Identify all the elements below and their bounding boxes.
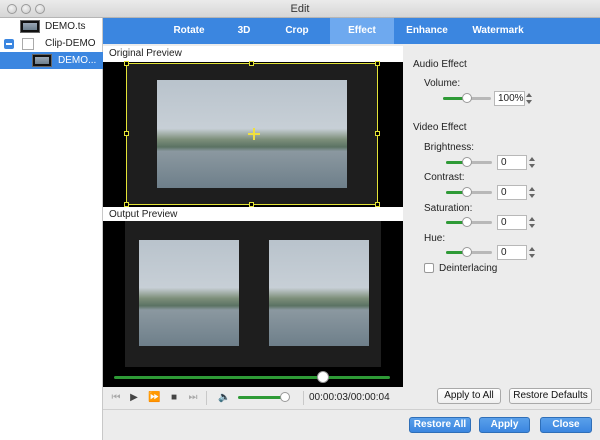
audio-effect-title: Audio Effect bbox=[413, 59, 467, 70]
step-down-icon[interactable] bbox=[529, 194, 535, 198]
brightness-input[interactable]: 0 bbox=[497, 155, 527, 170]
step-up-icon[interactable] bbox=[526, 93, 532, 97]
sidebar-item-label: DEMO.ts bbox=[45, 21, 86, 32]
video-thumbnail-icon bbox=[20, 20, 40, 33]
saturation-label: Saturation: bbox=[424, 203, 473, 214]
brightness-label: Brightness: bbox=[424, 142, 475, 153]
stop-icon[interactable]: ■ bbox=[168, 392, 180, 404]
edit-tab-bar: Rotate 3D Crop Effect Enhance Watermark bbox=[103, 18, 600, 44]
output-video-frame bbox=[125, 221, 381, 367]
contrast-slider[interactable] bbox=[446, 187, 492, 197]
contrast-stepper[interactable] bbox=[528, 185, 537, 200]
hue-label: Hue: bbox=[424, 233, 446, 244]
volume-label: Volume: bbox=[424, 78, 461, 89]
volume-speaker-icon[interactable]: 🔈 bbox=[218, 392, 230, 404]
volume-slider[interactable] bbox=[238, 396, 286, 399]
window-title: Edit bbox=[290, 3, 310, 15]
video-thumbnail-icon bbox=[32, 54, 52, 67]
saturation-input[interactable]: 0 bbox=[497, 215, 527, 230]
step-down-icon[interactable] bbox=[529, 224, 535, 228]
fast-forward-icon[interactable]: ⏩ bbox=[148, 392, 160, 404]
volume-input[interactable]: 100% bbox=[494, 91, 525, 106]
step-up-icon[interactable] bbox=[529, 217, 535, 221]
brightness-stepper[interactable] bbox=[528, 155, 537, 170]
slider-handle[interactable] bbox=[462, 187, 472, 197]
restore-defaults-button[interactable]: Restore Defaults bbox=[509, 388, 592, 404]
slider-handle[interactable] bbox=[462, 247, 472, 257]
crop-handle[interactable] bbox=[124, 61, 129, 66]
crop-handle[interactable] bbox=[124, 131, 129, 136]
collapse-icon[interactable] bbox=[4, 39, 14, 49]
output-video-right-eye bbox=[269, 240, 369, 346]
step-up-icon[interactable] bbox=[529, 247, 535, 251]
tab-crop[interactable]: Crop bbox=[271, 18, 323, 44]
step-up-icon[interactable] bbox=[529, 157, 535, 161]
sidebar-item-clip-segment[interactable]: DEMO... bbox=[0, 52, 103, 69]
seek-bar[interactable] bbox=[114, 376, 390, 379]
video-effect-title: Video Effect bbox=[413, 122, 467, 133]
sidebar-item-label: DEMO... bbox=[58, 55, 97, 66]
output-video-left-eye bbox=[139, 240, 239, 346]
step-up-icon[interactable] bbox=[529, 187, 535, 191]
apply-button[interactable]: Apply bbox=[479, 417, 530, 433]
apply-to-all-button[interactable]: Apply to All bbox=[437, 388, 501, 404]
center-crosshair-icon[interactable] bbox=[248, 128, 260, 140]
tab-effect[interactable]: Effect bbox=[330, 18, 394, 44]
volume-handle[interactable] bbox=[280, 392, 290, 402]
bottom-action-bar: Restore All Apply Close bbox=[103, 409, 600, 440]
output-preview-canvas bbox=[103, 221, 403, 387]
original-preview-label: Original Preview bbox=[103, 46, 403, 62]
slider-handle[interactable] bbox=[462, 157, 472, 167]
crop-handle[interactable] bbox=[249, 61, 254, 66]
contrast-label: Contrast: bbox=[424, 172, 465, 183]
original-preview-canvas[interactable] bbox=[103, 61, 403, 207]
title-bar: Edit bbox=[0, 0, 600, 18]
timecode-display: 00:00:03/00:00:04 bbox=[309, 392, 390, 403]
crop-handle[interactable] bbox=[375, 131, 380, 136]
hue-slider[interactable] bbox=[446, 247, 492, 257]
output-preview-label: Output Preview bbox=[103, 207, 403, 221]
volume-stepper[interactable] bbox=[525, 91, 534, 106]
saturation-slider[interactable] bbox=[446, 217, 492, 227]
saturation-stepper[interactable] bbox=[528, 215, 537, 230]
divider bbox=[303, 391, 304, 405]
clip-file-icon bbox=[22, 38, 34, 50]
next-frame-icon[interactable]: ⏭ bbox=[187, 392, 199, 404]
brightness-slider[interactable] bbox=[446, 157, 492, 167]
step-down-icon[interactable] bbox=[529, 254, 535, 258]
seek-handle[interactable] bbox=[317, 371, 329, 383]
restore-all-button[interactable]: Restore All bbox=[409, 417, 471, 433]
tab-3d[interactable]: 3D bbox=[219, 18, 269, 44]
audio-volume-slider[interactable] bbox=[443, 93, 491, 103]
player-controls: ⏮ ▶ ⏩ ■ ⏭ 🔈 00:00:03/00:00:04 bbox=[103, 387, 403, 409]
sidebar-item-source-file[interactable]: DEMO.ts bbox=[0, 18, 103, 35]
crop-handle[interactable] bbox=[375, 61, 380, 66]
hue-input[interactable]: 0 bbox=[497, 245, 527, 260]
step-down-icon[interactable] bbox=[529, 164, 535, 168]
tab-watermark[interactable]: Watermark bbox=[461, 18, 535, 44]
deinterlacing-checkbox[interactable] bbox=[424, 263, 434, 273]
sidebar-item-clip[interactable]: Clip-DEMO bbox=[0, 35, 103, 52]
tab-enhance[interactable]: Enhance bbox=[398, 18, 456, 44]
slider-handle[interactable] bbox=[462, 93, 472, 103]
sidebar-item-label: Clip-DEMO bbox=[45, 38, 96, 49]
slider-handle[interactable] bbox=[462, 217, 472, 227]
previous-frame-icon[interactable]: ⏮ bbox=[110, 392, 122, 404]
close-button[interactable]: Close bbox=[540, 417, 592, 433]
hue-stepper[interactable] bbox=[528, 245, 537, 260]
step-down-icon[interactable] bbox=[526, 100, 532, 104]
play-icon[interactable]: ▶ bbox=[128, 392, 140, 404]
file-sidebar: DEMO.ts Clip-DEMO DEMO... bbox=[0, 18, 103, 440]
contrast-input[interactable]: 0 bbox=[497, 185, 527, 200]
divider bbox=[206, 391, 207, 405]
tab-rotate[interactable]: Rotate bbox=[161, 18, 217, 44]
deinterlacing-label: Deinterlacing bbox=[439, 263, 498, 274]
